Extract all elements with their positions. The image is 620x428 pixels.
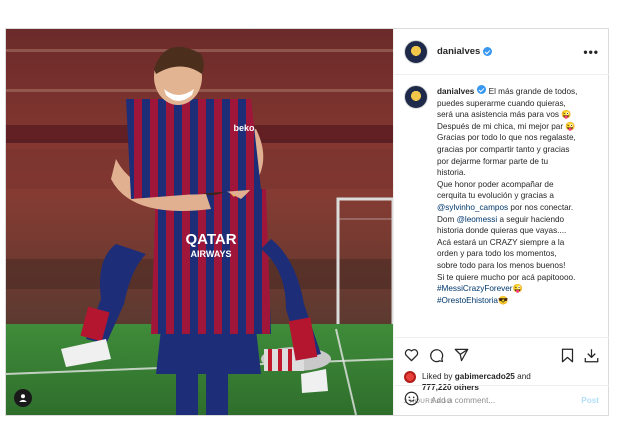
- caption-text-span: por dejarme formar parte de tu: [437, 156, 549, 166]
- more-horizontal-icon[interactable]: •••: [583, 45, 599, 59]
- caption-line: Que honor poder acompañar de: [437, 179, 577, 191]
- post-side-panel: danialves ••• danialves El más grande de…: [393, 29, 609, 415]
- caption-line: Dom @leomessi a seguir haciendo: [437, 214, 577, 226]
- jersey-sponsor-text-1: QATAR: [185, 231, 236, 248]
- sleeve-sponsor-text: beko: [233, 123, 255, 133]
- caption-text-span: 😜: [512, 284, 523, 294]
- verified-badge-icon: [483, 47, 493, 56]
- caption-line: Acá estará un CRAZY siempre a la: [437, 237, 577, 249]
- caption-text: danialves El más grande de todos, puedes…: [437, 85, 577, 337]
- caption-text-span: cerquita tu evolución y gracias a: [437, 191, 554, 201]
- caption-text-span: historia.: [437, 168, 466, 178]
- caption-line: puedes superarme cuando quieras,: [437, 98, 577, 110]
- liked-by-joiner: and: [514, 372, 531, 381]
- action-icon-row: [404, 346, 599, 364]
- caption-author-avatar[interactable]: [404, 85, 428, 109]
- caption-text-span: Si te quiere mucho por acá papitoooo.: [437, 272, 576, 282]
- caption-text-span: orden y para todo los momentos,: [437, 249, 557, 259]
- caption-text-span: El más grande de todos,: [488, 87, 578, 96]
- author-username[interactable]: danialves: [437, 46, 493, 57]
- caption-line: por dejarme formar parte de tu: [437, 156, 577, 168]
- photo-illustration: QATAR AIRWAYS beko: [6, 29, 393, 415]
- caption-line: Gracias por todo lo que nos regalaste,: [437, 132, 577, 144]
- author-avatar[interactable]: [404, 39, 428, 64]
- caption-line: será una asistencia más para vos 😜: [437, 109, 577, 121]
- caption-line: orden y para todo los momentos,: [437, 248, 577, 260]
- post-comment-button[interactable]: Post: [581, 396, 599, 405]
- liked-by-user[interactable]: gabimercado25: [455, 372, 515, 381]
- download-icon[interactable]: [584, 348, 599, 363]
- caption-author-username[interactable]: danialves: [437, 87, 474, 96]
- comment-input[interactable]: [429, 395, 582, 406]
- caption-text-span: puedes superarme cuando quieras,: [437, 98, 566, 108]
- comment-bar: Post: [394, 385, 609, 415]
- caption-line: historia.: [437, 167, 577, 179]
- caption-text-span: Gracias por todo lo que nos regalaste,: [437, 133, 576, 143]
- instagram-post: QATAR AIRWAYS beko danialves ••• danialv…: [5, 28, 609, 416]
- comment-icon[interactable]: [429, 348, 444, 363]
- liker-avatar[interactable]: [404, 371, 416, 383]
- caption-text-span: Después de mi chica, mi mejor par 😜: [437, 121, 576, 131]
- post-caption: danialves El más grande de todos, puedes…: [404, 85, 601, 337]
- caption-line: Después de mi chica, mi mejor par 😜: [437, 121, 577, 133]
- caption-first-line: danialves El más grande de todos,: [437, 85, 577, 98]
- caption-mention[interactable]: @leomessi: [457, 215, 498, 224]
- caption-line: #OrestoEhistoria😎: [437, 295, 577, 307]
- bookmark-icon[interactable]: [561, 348, 574, 363]
- caption-text-span: sobre todo para los menos buenos!: [437, 260, 566, 270]
- caption-text-span: por nos conectar.: [508, 202, 574, 212]
- caption-line: #MessiCrazyForever😜: [437, 283, 577, 295]
- post-header: danialves •••: [394, 29, 609, 75]
- caption-text-span: gracias por compartir tanto y gracias: [437, 144, 570, 154]
- caption-text-span: Dom: [437, 214, 457, 224]
- caption-line: gracias por compartir tanto y gracias: [437, 144, 577, 156]
- caption-line: sobre todo para los menos buenos!: [437, 260, 577, 272]
- share-icon[interactable]: [454, 348, 469, 362]
- caption-text-span: será una asistencia más para vos 😜: [437, 110, 572, 120]
- caption-hashtag[interactable]: #OrestoEhistoria: [437, 296, 498, 305]
- caption-text-span: Acá estará un CRAZY siempre a la: [437, 237, 565, 247]
- liked-by-prefix: Liked by: [422, 372, 455, 381]
- author-username-text[interactable]: danialves: [437, 46, 480, 57]
- user-tag-icon[interactable]: [14, 389, 32, 407]
- jersey-sponsor-text-2: AIRWAYS: [190, 249, 231, 259]
- emoji-icon[interactable]: [404, 391, 419, 411]
- post-photo[interactable]: QATAR AIRWAYS beko: [6, 29, 393, 415]
- caption-line: Si te quiere mucho por acá papitoooo.: [437, 272, 577, 284]
- caption-verified-badge-icon: [477, 85, 487, 94]
- caption-text-span: Que honor poder acompañar de: [437, 179, 554, 189]
- caption-text-span: a seguir haciendo: [497, 214, 565, 224]
- caption-line: cerquita tu evolución y gracias a: [437, 190, 577, 202]
- caption-line: @sylvinho_campos por nos conectar.: [437, 202, 577, 214]
- heart-icon[interactable]: [404, 348, 419, 362]
- caption-hashtag[interactable]: #MessiCrazyForever: [437, 284, 513, 293]
- caption-text-span: 😎: [497, 295, 509, 305]
- caption-line: historia donde quieras que vayas....: [437, 225, 577, 237]
- caption-text-span: historia donde quieras que vayas....: [437, 226, 567, 236]
- caption-mention[interactable]: @sylvinho_campos: [437, 203, 508, 212]
